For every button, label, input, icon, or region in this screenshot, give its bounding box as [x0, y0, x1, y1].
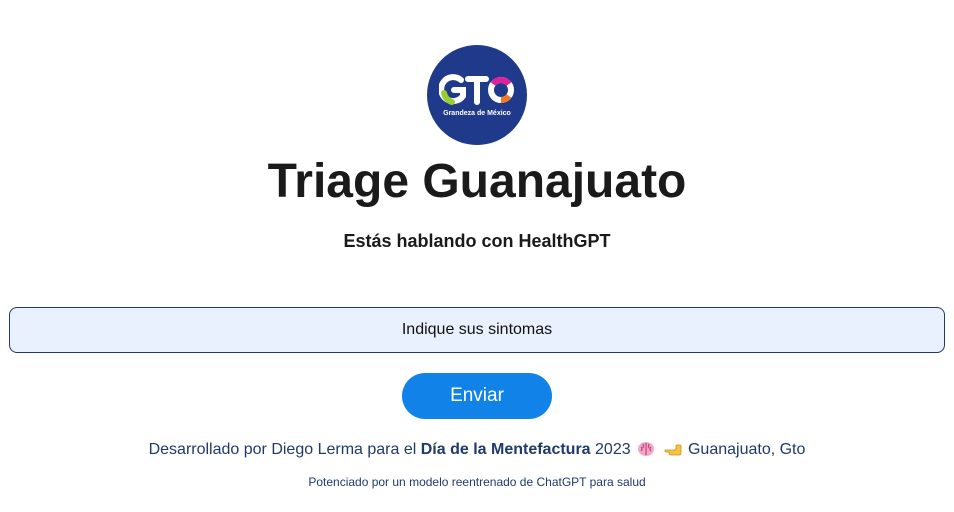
brain-icon	[637, 441, 655, 463]
footer-credits: Desarrollado por Diego Lerma para el Día…	[0, 440, 954, 463]
send-button[interactable]: Enviar	[402, 373, 552, 419]
credits-year: 2023	[595, 441, 631, 458]
page-subtitle: Estás hablando con HealthGPT	[343, 231, 611, 251]
pointing-hand-icon	[664, 441, 682, 463]
gto-logo: Grandeza de México	[427, 45, 527, 145]
symptom-input[interactable]	[9, 307, 945, 353]
logo-tagline: Grandeza de México	[443, 110, 511, 117]
event-name: Día de la Mentefactura	[420, 441, 591, 458]
powered-by-note: Potenciado por un modelo reentrenado de …	[308, 475, 646, 489]
page: Grandeza de México Triage Guanajuato Est…	[0, 0, 954, 512]
credits-location: Guanajuato, Gto	[687, 441, 806, 458]
page-title: Triage Guanajuato	[267, 155, 687, 208]
gto-logo-icon	[439, 74, 514, 105]
credits-prefix: Desarrollado por Diego Lerma para el	[148, 441, 417, 458]
